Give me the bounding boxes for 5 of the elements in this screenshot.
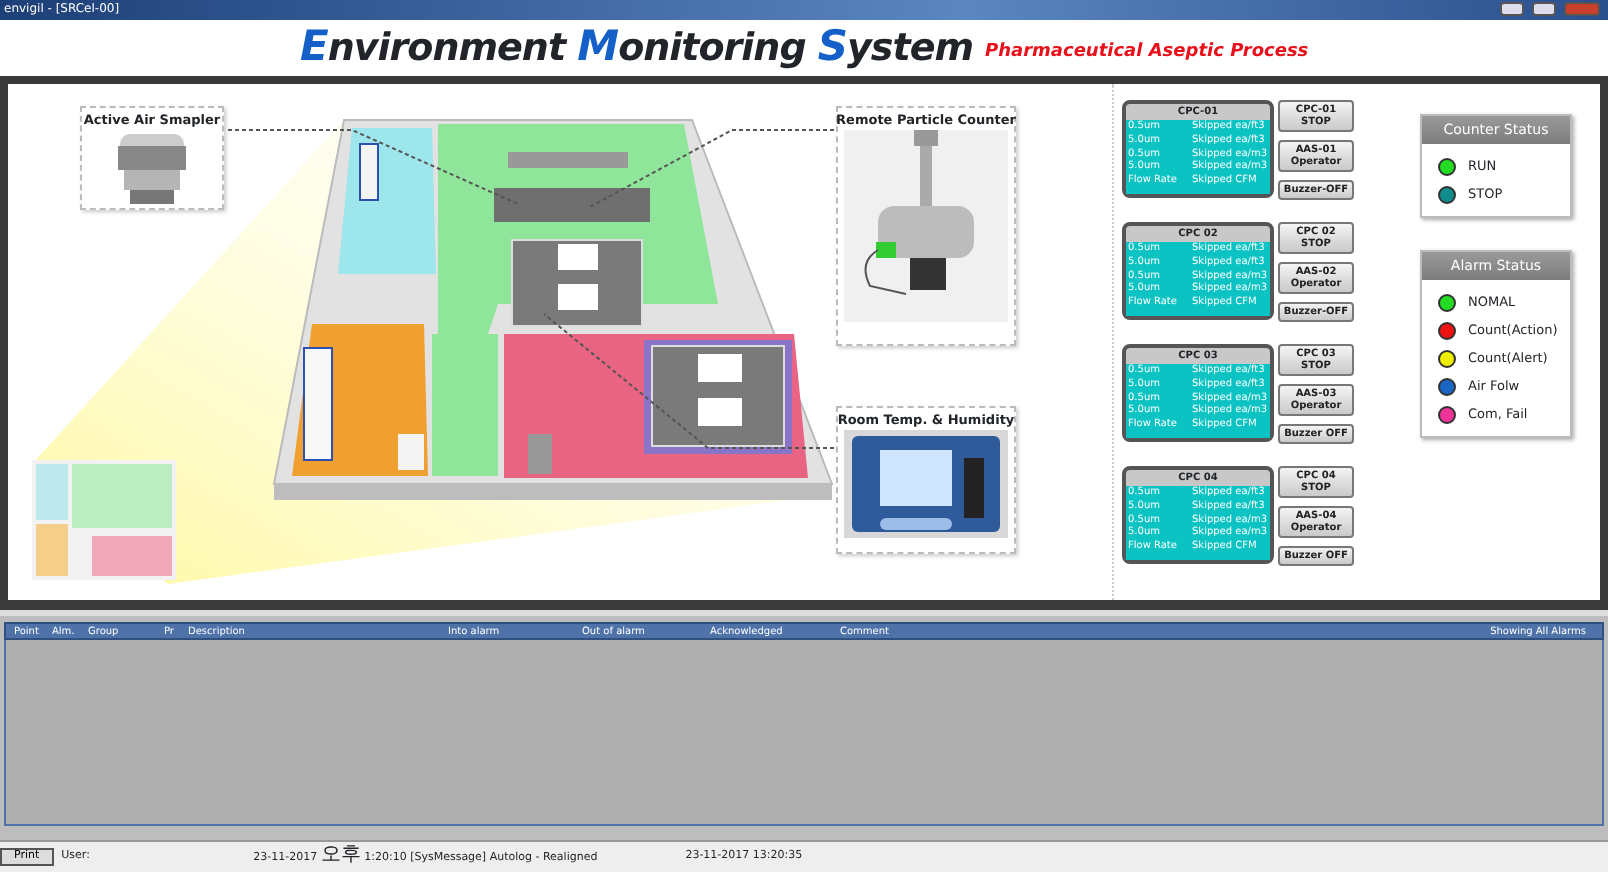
maximize-button[interactable]	[1532, 2, 1556, 16]
app-subtitle: Pharmaceutical Aseptic Process	[985, 39, 1309, 65]
app-title: Environment Monitoring System	[300, 24, 974, 70]
minimize-button[interactable]	[1500, 2, 1524, 16]
minimap-drawing	[32, 460, 176, 580]
